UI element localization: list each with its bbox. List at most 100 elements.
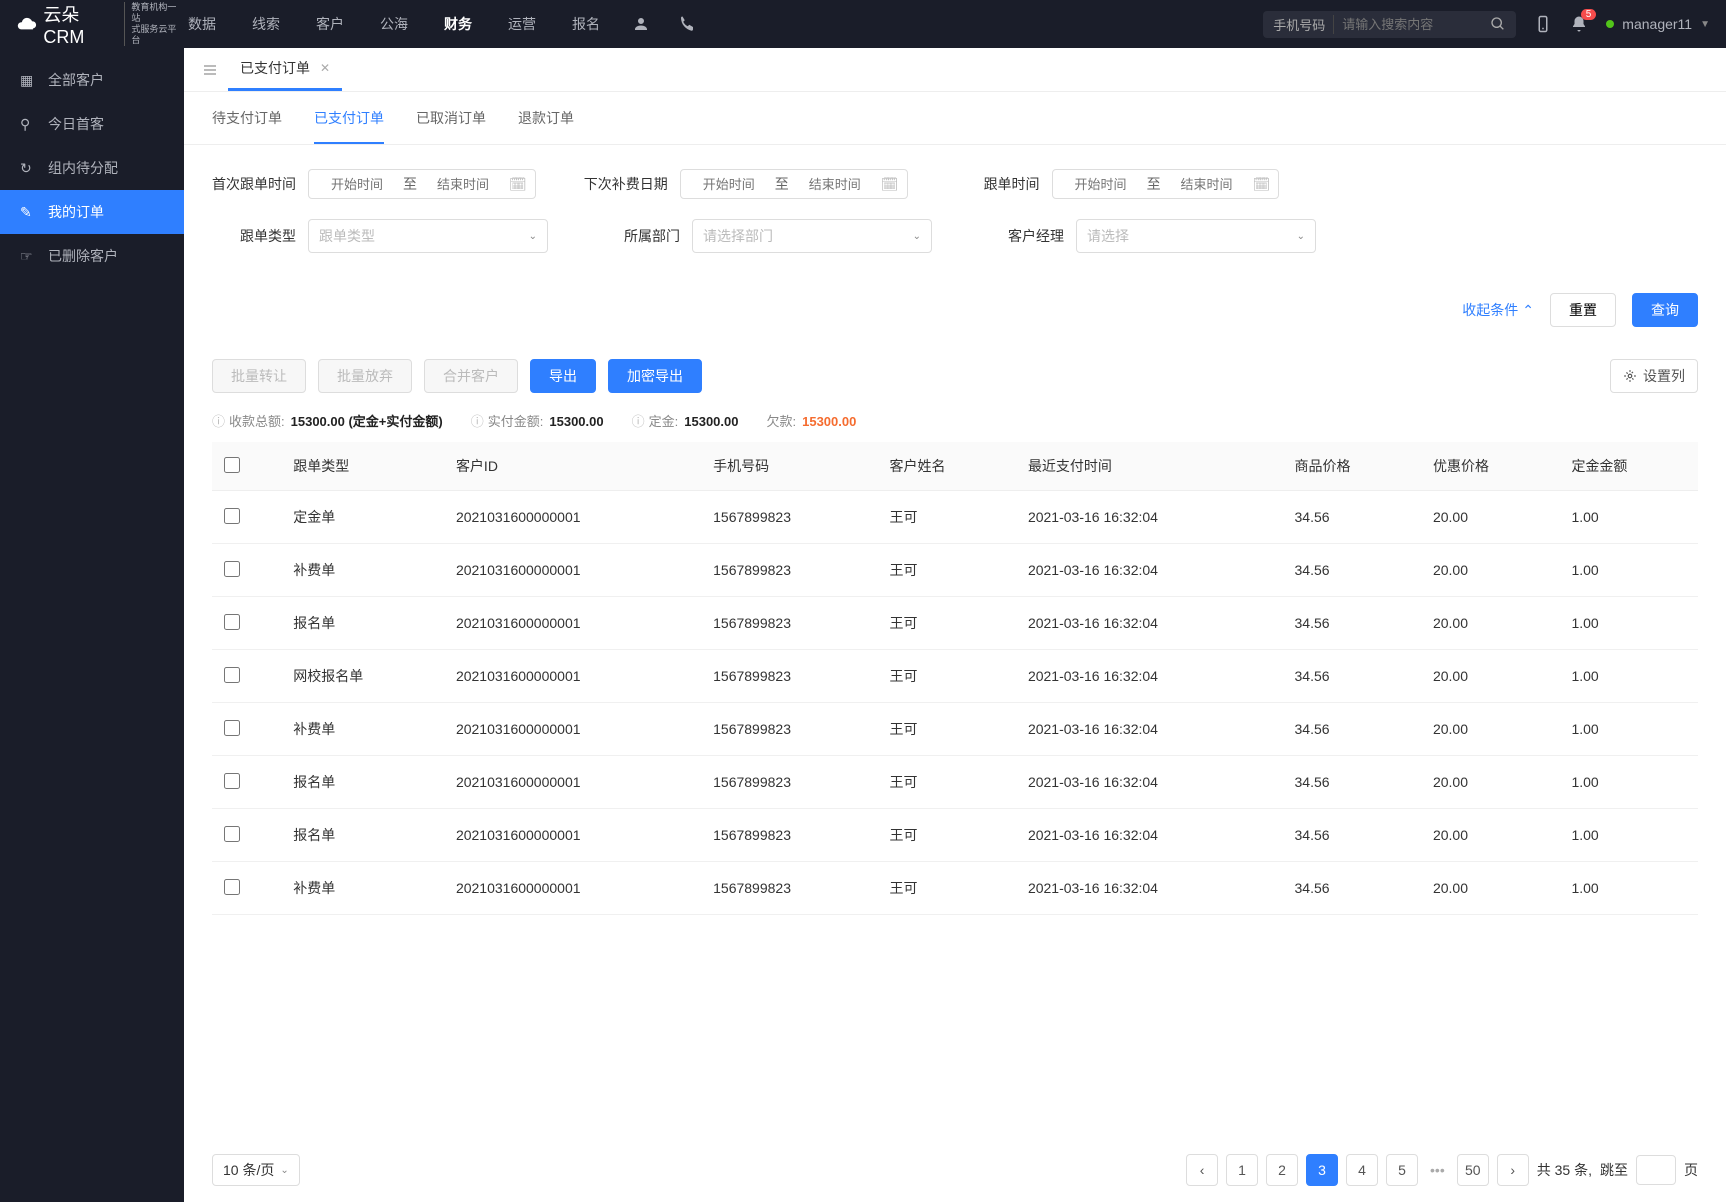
- cell: 2021-03-16 16:32:04: [1016, 862, 1283, 915]
- search-type-select[interactable]: 手机号码: [1273, 15, 1334, 34]
- cell: 1567899823: [701, 597, 877, 650]
- page-ellipsis: •••: [1426, 1162, 1449, 1178]
- nav-item[interactable]: 线索: [248, 14, 284, 34]
- manager-select[interactable]: 请选择⌄: [1076, 219, 1316, 253]
- row-checkbox[interactable]: [224, 720, 240, 736]
- jump-page-input[interactable]: [1636, 1155, 1676, 1185]
- page-number-button[interactable]: 1: [1226, 1154, 1258, 1186]
- batch-abandon-button[interactable]: 批量放弃: [318, 359, 412, 393]
- table-row[interactable]: 网校报名单20210316000000011567899823王可2021-03…: [212, 650, 1698, 703]
- end-date-input[interactable]: [1167, 177, 1247, 192]
- set-columns-button[interactable]: 设置列: [1610, 359, 1698, 393]
- cell: 2021031600000001: [444, 756, 701, 809]
- cloud-icon: [16, 13, 37, 35]
- orders-table: 跟单类型客户ID手机号码客户姓名最近支付时间商品价格优惠价格定金金额 定金单20…: [184, 442, 1726, 1138]
- merge-customer-button[interactable]: 合并客户: [424, 359, 518, 393]
- end-date-input[interactable]: [423, 177, 503, 192]
- table-row[interactable]: 报名单20210316000000011567899823王可2021-03-1…: [212, 756, 1698, 809]
- reset-button[interactable]: 重置: [1550, 293, 1616, 327]
- cell: 2021-03-16 16:32:04: [1016, 650, 1283, 703]
- department-select[interactable]: 请选择部门⌄: [692, 219, 932, 253]
- cell: 王可: [877, 756, 1015, 809]
- table-row[interactable]: 定金单20210316000000011567899823王可2021-03-1…: [212, 491, 1698, 544]
- nav-item[interactable]: 运营: [504, 14, 540, 34]
- cell: 34.56: [1283, 809, 1421, 862]
- sidebar-item[interactable]: ▦全部客户: [0, 58, 184, 102]
- sidebar-label: 已删除客户: [48, 246, 118, 266]
- subtab[interactable]: 待支付订单: [212, 108, 282, 144]
- sidebar-item[interactable]: ↻组内待分配: [0, 146, 184, 190]
- column-header: 跟单类型: [281, 442, 444, 491]
- page-number-button[interactable]: 3: [1306, 1154, 1338, 1186]
- cell: 2021-03-16 16:32:04: [1016, 544, 1283, 597]
- batch-transfer-button[interactable]: 批量转让: [212, 359, 306, 393]
- table-row[interactable]: 报名单20210316000000011567899823王可2021-03-1…: [212, 809, 1698, 862]
- cell: 2021-03-16 16:32:04: [1016, 597, 1283, 650]
- cell: 1567899823: [701, 703, 877, 756]
- cell: 1567899823: [701, 491, 877, 544]
- search-icon[interactable]: [1490, 16, 1506, 32]
- cell: 补费单: [281, 862, 444, 915]
- cell: 20.00: [1421, 597, 1559, 650]
- select-all-checkbox[interactable]: [224, 457, 240, 473]
- start-date-input[interactable]: [689, 177, 769, 192]
- date-range-input[interactable]: 至 🗓: [1052, 169, 1280, 199]
- page-number-button[interactable]: 5: [1386, 1154, 1418, 1186]
- row-checkbox[interactable]: [224, 879, 240, 895]
- nav-item[interactable]: 数据: [184, 14, 220, 34]
- date-range-input[interactable]: 至 🗓: [680, 169, 908, 199]
- cell: 1567899823: [701, 544, 877, 597]
- table-row[interactable]: 补费单20210316000000011567899823王可2021-03-1…: [212, 862, 1698, 915]
- bell-icon[interactable]: 5: [1570, 15, 1588, 33]
- row-checkbox[interactable]: [224, 508, 240, 524]
- sidebar: ▦全部客户⚲今日首客↻组内待分配✎我的订单☞已删除客户: [0, 48, 184, 1202]
- row-checkbox[interactable]: [224, 773, 240, 789]
- date-range-input[interactable]: 至 🗓: [308, 169, 536, 199]
- subtab[interactable]: 已支付订单: [314, 108, 384, 144]
- nav-item[interactable]: 报名: [568, 14, 604, 34]
- sidebar-item[interactable]: ⚲今日首客: [0, 102, 184, 146]
- sidebar-item[interactable]: ☞已删除客户: [0, 234, 184, 278]
- nav-item[interactable]: 公海: [376, 14, 412, 34]
- row-checkbox[interactable]: [224, 826, 240, 842]
- page-number-button[interactable]: 4: [1346, 1154, 1378, 1186]
- subtab[interactable]: 退款订单: [518, 108, 574, 144]
- row-checkbox[interactable]: [224, 614, 240, 630]
- search-input[interactable]: [1342, 17, 1482, 32]
- page-size-select[interactable]: 10 条/页⌄: [212, 1154, 300, 1186]
- page-tab[interactable]: 已支付订单 ✕: [228, 48, 342, 91]
- info-icon: ⓘ: [471, 414, 484, 429]
- next-page-button[interactable]: ›: [1497, 1154, 1529, 1186]
- encrypted-export-button[interactable]: 加密导出: [608, 359, 702, 393]
- page-number-button[interactable]: 2: [1266, 1154, 1298, 1186]
- user-menu[interactable]: manager11 ▼: [1606, 16, 1710, 32]
- cell: 王可: [877, 491, 1015, 544]
- last-page-button[interactable]: 50: [1457, 1154, 1489, 1186]
- row-checkbox[interactable]: [224, 561, 240, 577]
- row-checkbox[interactable]: [224, 667, 240, 683]
- collapse-sidebar-icon[interactable]: [192, 62, 228, 78]
- start-date-input[interactable]: [317, 177, 397, 192]
- nav-item[interactable]: 客户: [312, 14, 348, 34]
- query-button[interactable]: 查询: [1632, 293, 1698, 327]
- start-date-input[interactable]: [1061, 177, 1141, 192]
- column-header: 优惠价格: [1421, 442, 1559, 491]
- export-button[interactable]: 导出: [530, 359, 596, 393]
- nav-item[interactable]: 财务: [440, 14, 476, 34]
- end-date-input[interactable]: [795, 177, 875, 192]
- subtab[interactable]: 已取消订单: [416, 108, 486, 144]
- summary-paid: ⓘ实付金额:15300.00: [471, 411, 604, 430]
- table-row[interactable]: 补费单20210316000000011567899823王可2021-03-1…: [212, 703, 1698, 756]
- logo-tagline: 教育机构一站 式服务云平台: [124, 2, 184, 46]
- mobile-icon[interactable]: [1534, 15, 1552, 33]
- phone-icon[interactable]: [678, 15, 696, 33]
- table-row[interactable]: 报名单20210316000000011567899823王可2021-03-1…: [212, 597, 1698, 650]
- sidebar-item[interactable]: ✎我的订单: [0, 190, 184, 234]
- follow-type-select[interactable]: 跟单类型⌄: [308, 219, 548, 253]
- user-icon[interactable]: [632, 15, 650, 33]
- collapse-filter-button[interactable]: 收起条件 ⌃: [1462, 300, 1534, 320]
- table-row[interactable]: 补费单20210316000000011567899823王可2021-03-1…: [212, 544, 1698, 597]
- close-icon[interactable]: ✕: [320, 61, 330, 75]
- summary-deposit: ⓘ定金:15300.00: [632, 411, 739, 430]
- prev-page-button[interactable]: ‹: [1186, 1154, 1218, 1186]
